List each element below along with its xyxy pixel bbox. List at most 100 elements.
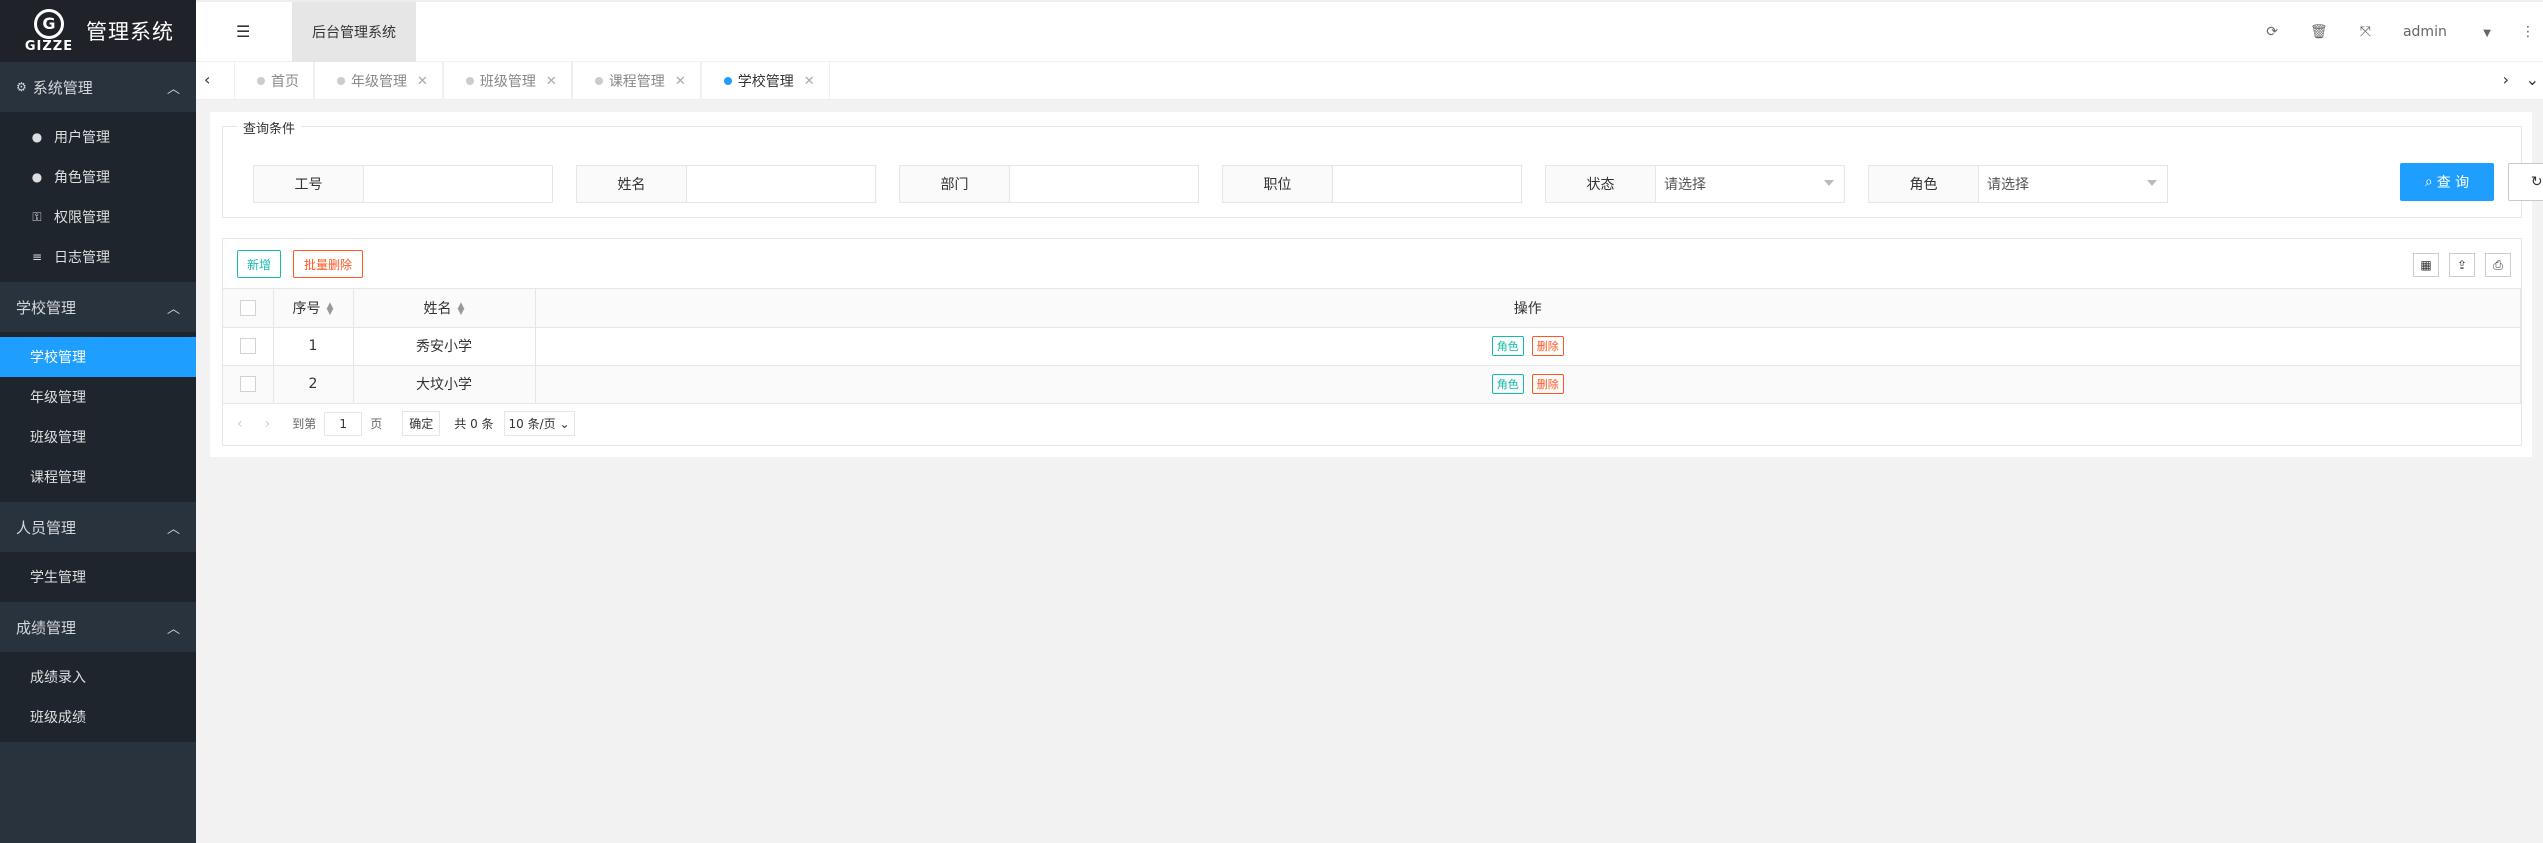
tab-school[interactable]: 学校管理 ✕ bbox=[700, 62, 830, 100]
caret-down-icon bbox=[2147, 180, 2157, 186]
status-select[interactable]: 请选择 bbox=[1656, 166, 1844, 202]
columns-icon[interactable]: ▦ bbox=[2413, 253, 2439, 277]
select-value: 请选择 bbox=[1664, 177, 1706, 193]
page-tabs: 首页 年级管理 ✕ 班级管理 ✕ 课程管理 ✕ 学校管理 ✕ bbox=[234, 62, 830, 100]
dept-input[interactable] bbox=[1010, 166, 1198, 202]
header: ☰ 后台管理系统 ⟳ 🗑 ⤧ admin ▼ ⋮ bbox=[196, 0, 2543, 62]
menu-group-system[interactable]: ⚙ 系统管理 ︿ bbox=[0, 62, 196, 112]
position-field: 职位 bbox=[1222, 165, 1522, 203]
select-value: 请选择 bbox=[1987, 177, 2029, 193]
trash-icon[interactable]: 🗑 bbox=[2310, 24, 2328, 40]
name-input[interactable] bbox=[687, 166, 875, 202]
tabs-scroll-right-icon[interactable]: › bbox=[2503, 70, 2509, 89]
sidebar-item-label: 年级管理 bbox=[30, 390, 86, 406]
refresh-icon: ↻ bbox=[2530, 174, 2543, 190]
list-icon: ≡ bbox=[31, 250, 43, 264]
menu-group-label: 学校管理 bbox=[16, 298, 77, 317]
sidebar-item-logs[interactable]: ≡ 日志管理 bbox=[0, 237, 196, 277]
cell-index: 2 bbox=[273, 365, 354, 404]
sidebar-item-score-entry[interactable]: 成绩录入 bbox=[0, 657, 196, 697]
close-icon[interactable]: ✕ bbox=[804, 74, 815, 89]
chevron-up-icon: ︿ bbox=[166, 621, 180, 637]
role-field: 角色 请选择 bbox=[1868, 165, 2168, 203]
header-index[interactable]: 序号 ▲ ▼ bbox=[273, 289, 354, 328]
sort-icon[interactable]: ▲ ▼ bbox=[458, 301, 465, 316]
delete-button[interactable]: 删除 bbox=[1531, 374, 1564, 394]
row-checkbox[interactable] bbox=[239, 338, 256, 354]
next-page-icon[interactable]: › bbox=[265, 416, 271, 432]
tab-class[interactable]: 班级管理 ✕ bbox=[442, 62, 572, 100]
gears-icon: ⚙ bbox=[16, 80, 27, 94]
sidebar-item-users[interactable]: ● 用户管理 bbox=[0, 117, 196, 157]
print-icon[interactable]: ⎙ bbox=[2485, 253, 2511, 277]
sidebar-item-grade[interactable]: 年级管理 bbox=[0, 377, 196, 417]
reset-button[interactable]: ↻重 置 bbox=[2508, 163, 2543, 201]
sidebar-item-permissions[interactable]: ⚿ 权限管理 bbox=[0, 197, 196, 237]
tabs-menu-chevron-down-icon[interactable]: ⌄ bbox=[2526, 70, 2539, 89]
logo: G GIZZE 管理系统 bbox=[0, 0, 196, 62]
fullscreen-icon[interactable]: ⤧ bbox=[2360, 24, 2371, 40]
sidebar-item-label: 用户管理 bbox=[54, 130, 110, 146]
page-input[interactable]: 1 bbox=[324, 411, 363, 436]
position-input[interactable] bbox=[1333, 166, 1521, 202]
export-icon[interactable]: ⇪ bbox=[2449, 253, 2475, 277]
menu-group-grades[interactable]: 成绩管理 ︿ bbox=[0, 602, 196, 652]
role-select[interactable]: 请选择 bbox=[1979, 166, 2167, 202]
tab-label: 课程管理 bbox=[608, 74, 665, 90]
close-icon[interactable]: ✕ bbox=[546, 74, 557, 89]
query-button[interactable]: ⌕ 查 询 bbox=[2400, 163, 2494, 201]
key-icon: ⚿ bbox=[32, 209, 42, 224]
select-all-checkbox[interactable] bbox=[239, 299, 256, 316]
tab-grade[interactable]: 年级管理 ✕ bbox=[314, 62, 443, 100]
tabs-scroll-left-icon[interactable]: ‹ bbox=[204, 70, 210, 89]
more-icon[interactable]: ⋮ bbox=[2521, 24, 2535, 40]
cell-actions: 角色 删除 bbox=[535, 327, 2521, 366]
sidebar-item-school[interactable]: 学校管理 bbox=[0, 337, 196, 377]
header-checkbox-cell bbox=[223, 289, 274, 328]
header-name[interactable]: 姓名 ▲ ▼ bbox=[353, 289, 536, 328]
add-button[interactable]: 新增 bbox=[237, 250, 281, 278]
menu-group-school[interactable]: 学校管理 ︿ bbox=[0, 282, 196, 332]
sidebar-item-course[interactable]: 课程管理 bbox=[0, 457, 196, 497]
tab-home[interactable]: 首页 bbox=[234, 62, 314, 100]
tab-course[interactable]: 课程管理 ✕ bbox=[571, 62, 701, 100]
sidebar-item-class-scores[interactable]: 班级成绩 bbox=[0, 697, 196, 737]
logo-circle: G bbox=[34, 8, 64, 39]
role-button[interactable]: 角色 bbox=[1491, 336, 1524, 356]
sidebar-item-class[interactable]: 班级管理 bbox=[0, 417, 196, 457]
submenu-grades: 成绩录入 班级成绩 bbox=[0, 652, 196, 742]
empno-input[interactable] bbox=[364, 166, 552, 202]
close-icon[interactable]: ✕ bbox=[675, 74, 686, 89]
confirm-page-button[interactable]: 确定 bbox=[402, 411, 441, 436]
dept-field: 部门 bbox=[899, 165, 1199, 203]
data-table: 序号 ▲ ▼ 姓名 ▲ ▼ 操作 1 秀安小学 角色 删除 2 大坟小学 角色 删除 bbox=[223, 289, 2521, 404]
sidebar-item-label: 班级管理 bbox=[30, 430, 86, 446]
cell-index: 1 bbox=[273, 327, 354, 366]
user-menu[interactable]: admin ▼ bbox=[2403, 24, 2491, 40]
chevron-up-icon: ︿ bbox=[166, 521, 180, 537]
sort-icon[interactable]: ▲ ▼ bbox=[327, 301, 334, 316]
prev-page-icon[interactable]: ‹ bbox=[237, 416, 243, 432]
submenu-school: 学校管理 年级管理 班级管理 课程管理 bbox=[0, 332, 196, 502]
search-legend: 查询条件 bbox=[237, 118, 302, 137]
field-label: 部门 bbox=[900, 166, 1010, 202]
refresh-icon[interactable]: ⟳ bbox=[2266, 24, 2278, 40]
tab-label: 班级管理 bbox=[479, 74, 536, 90]
header-tab[interactable]: 后台管理系统 bbox=[292, 2, 416, 62]
field-label: 状态 bbox=[1546, 166, 1656, 202]
sidebar-item-label: 学生管理 bbox=[30, 570, 86, 586]
page-size-value: 10 条/页 bbox=[508, 417, 556, 431]
menu-toggle-icon[interactable]: ☰ bbox=[236, 22, 250, 41]
close-icon[interactable]: ✕ bbox=[417, 74, 428, 89]
delete-button[interactable]: 删除 bbox=[1531, 336, 1564, 356]
batch-delete-button[interactable]: 批量删除 bbox=[293, 250, 363, 278]
row-checkbox[interactable] bbox=[239, 376, 256, 392]
sidebar-item-roles[interactable]: ● 角色管理 bbox=[0, 157, 196, 197]
role-button[interactable]: 角色 bbox=[1491, 374, 1524, 394]
submenu-system: ● 用户管理 ● 角色管理 ⚿ 权限管理 ≡ 日志管理 bbox=[0, 112, 196, 282]
sidebar-item-students[interactable]: 学生管理 bbox=[0, 557, 196, 597]
page-unit: 页 bbox=[370, 417, 383, 431]
page-size-select[interactable]: 10 条/页 ⌄ bbox=[503, 411, 575, 436]
column-label: 序号 bbox=[292, 300, 321, 317]
menu-group-people[interactable]: 人员管理 ︿ bbox=[0, 502, 196, 552]
